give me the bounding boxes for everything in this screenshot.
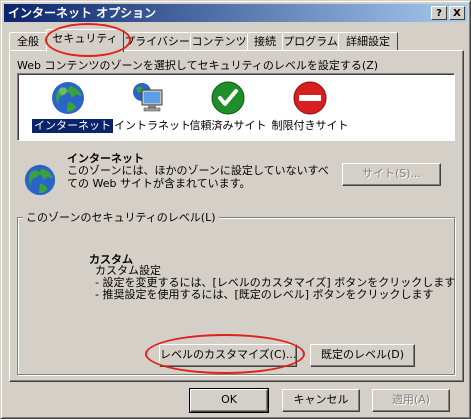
zone-list[interactable]: インターネット イントラネット 信頼済みサイト 制限付きサイト — [17, 73, 455, 141]
internet-options-dialog: インターネット オプション ? X 全般 セキュリティ プライバシー コンテンツ… — [0, 0, 471, 419]
apply-button[interactable]: 適用(A) — [372, 389, 450, 412]
zone-internet[interactable]: インターネット — [31, 80, 114, 134]
sites-button[interactable]: サイト(S)... — [342, 163, 441, 186]
close-button[interactable]: X — [449, 6, 465, 20]
ok-button[interactable]: OK — [189, 388, 269, 413]
custom-level-description: カスタム設定 - 設定を変更するには、[レベルのカスタマイズ] ボタンをクリック… — [95, 265, 455, 301]
zone-restricted[interactable]: 制限付きサイト — [268, 80, 352, 133]
zone-label-internet: インターネット — [31, 118, 114, 134]
title-bar[interactable]: インターネット オプション ? X — [4, 4, 467, 22]
green-check-icon — [211, 81, 245, 115]
help-button[interactable]: ? — [431, 6, 447, 20]
network-computer-icon — [133, 83, 163, 112]
zone-label-intranet: イントラネット — [114, 119, 191, 132]
default-level-button[interactable]: 既定のレベル(D) — [310, 344, 415, 367]
tab-strip: 全般 セキュリティ プライバシー コンテンツ 接続 プログラム 詳細設定 — [9, 29, 464, 52]
zone-label-trusted: 信頼済みサイト — [189, 119, 267, 132]
tab-general[interactable]: 全般 — [9, 32, 47, 51]
tab-advanced[interactable]: 詳細設定 — [338, 32, 398, 51]
tab-content[interactable]: コンテンツ — [190, 32, 248, 51]
tab-programs[interactable]: プログラム — [282, 32, 339, 51]
zone-label-restricted: 制限付きサイト — [271, 119, 349, 132]
cancel-button[interactable]: キャンセル — [282, 389, 360, 412]
tab-privacy[interactable]: プライバシー — [123, 32, 191, 51]
customize-level-button[interactable]: レベルのカスタマイズ(C)... — [159, 344, 297, 367]
zone-info-globe-icon — [24, 164, 56, 196]
security-level-group-title: このゾーンのセキュリティのレベル(L) — [23, 209, 219, 225]
zone-info-description: このゾーンには、ほかのゾーンに設定していないすべての Web サイトが含まれてい… — [67, 164, 329, 190]
red-no-entry-icon — [293, 81, 327, 115]
tab-connections[interactable]: 接続 — [247, 32, 283, 51]
globe-icon — [52, 82, 84, 114]
zone-trusted[interactable]: 信頼済みサイト — [186, 80, 270, 133]
window-title: インターネット オプション — [8, 6, 157, 20]
tab-security[interactable]: セキュリティ — [46, 29, 124, 52]
zone-intranet[interactable]: イントラネット — [112, 80, 191, 133]
zone-instruction: Web コンテンツのゾーンを選択してセキュリティのレベルを設定する(Z) — [17, 59, 379, 72]
custom-line-3: - 推奨設定を使用するには、[既定のレベル] ボタンをクリックします — [95, 288, 434, 301]
